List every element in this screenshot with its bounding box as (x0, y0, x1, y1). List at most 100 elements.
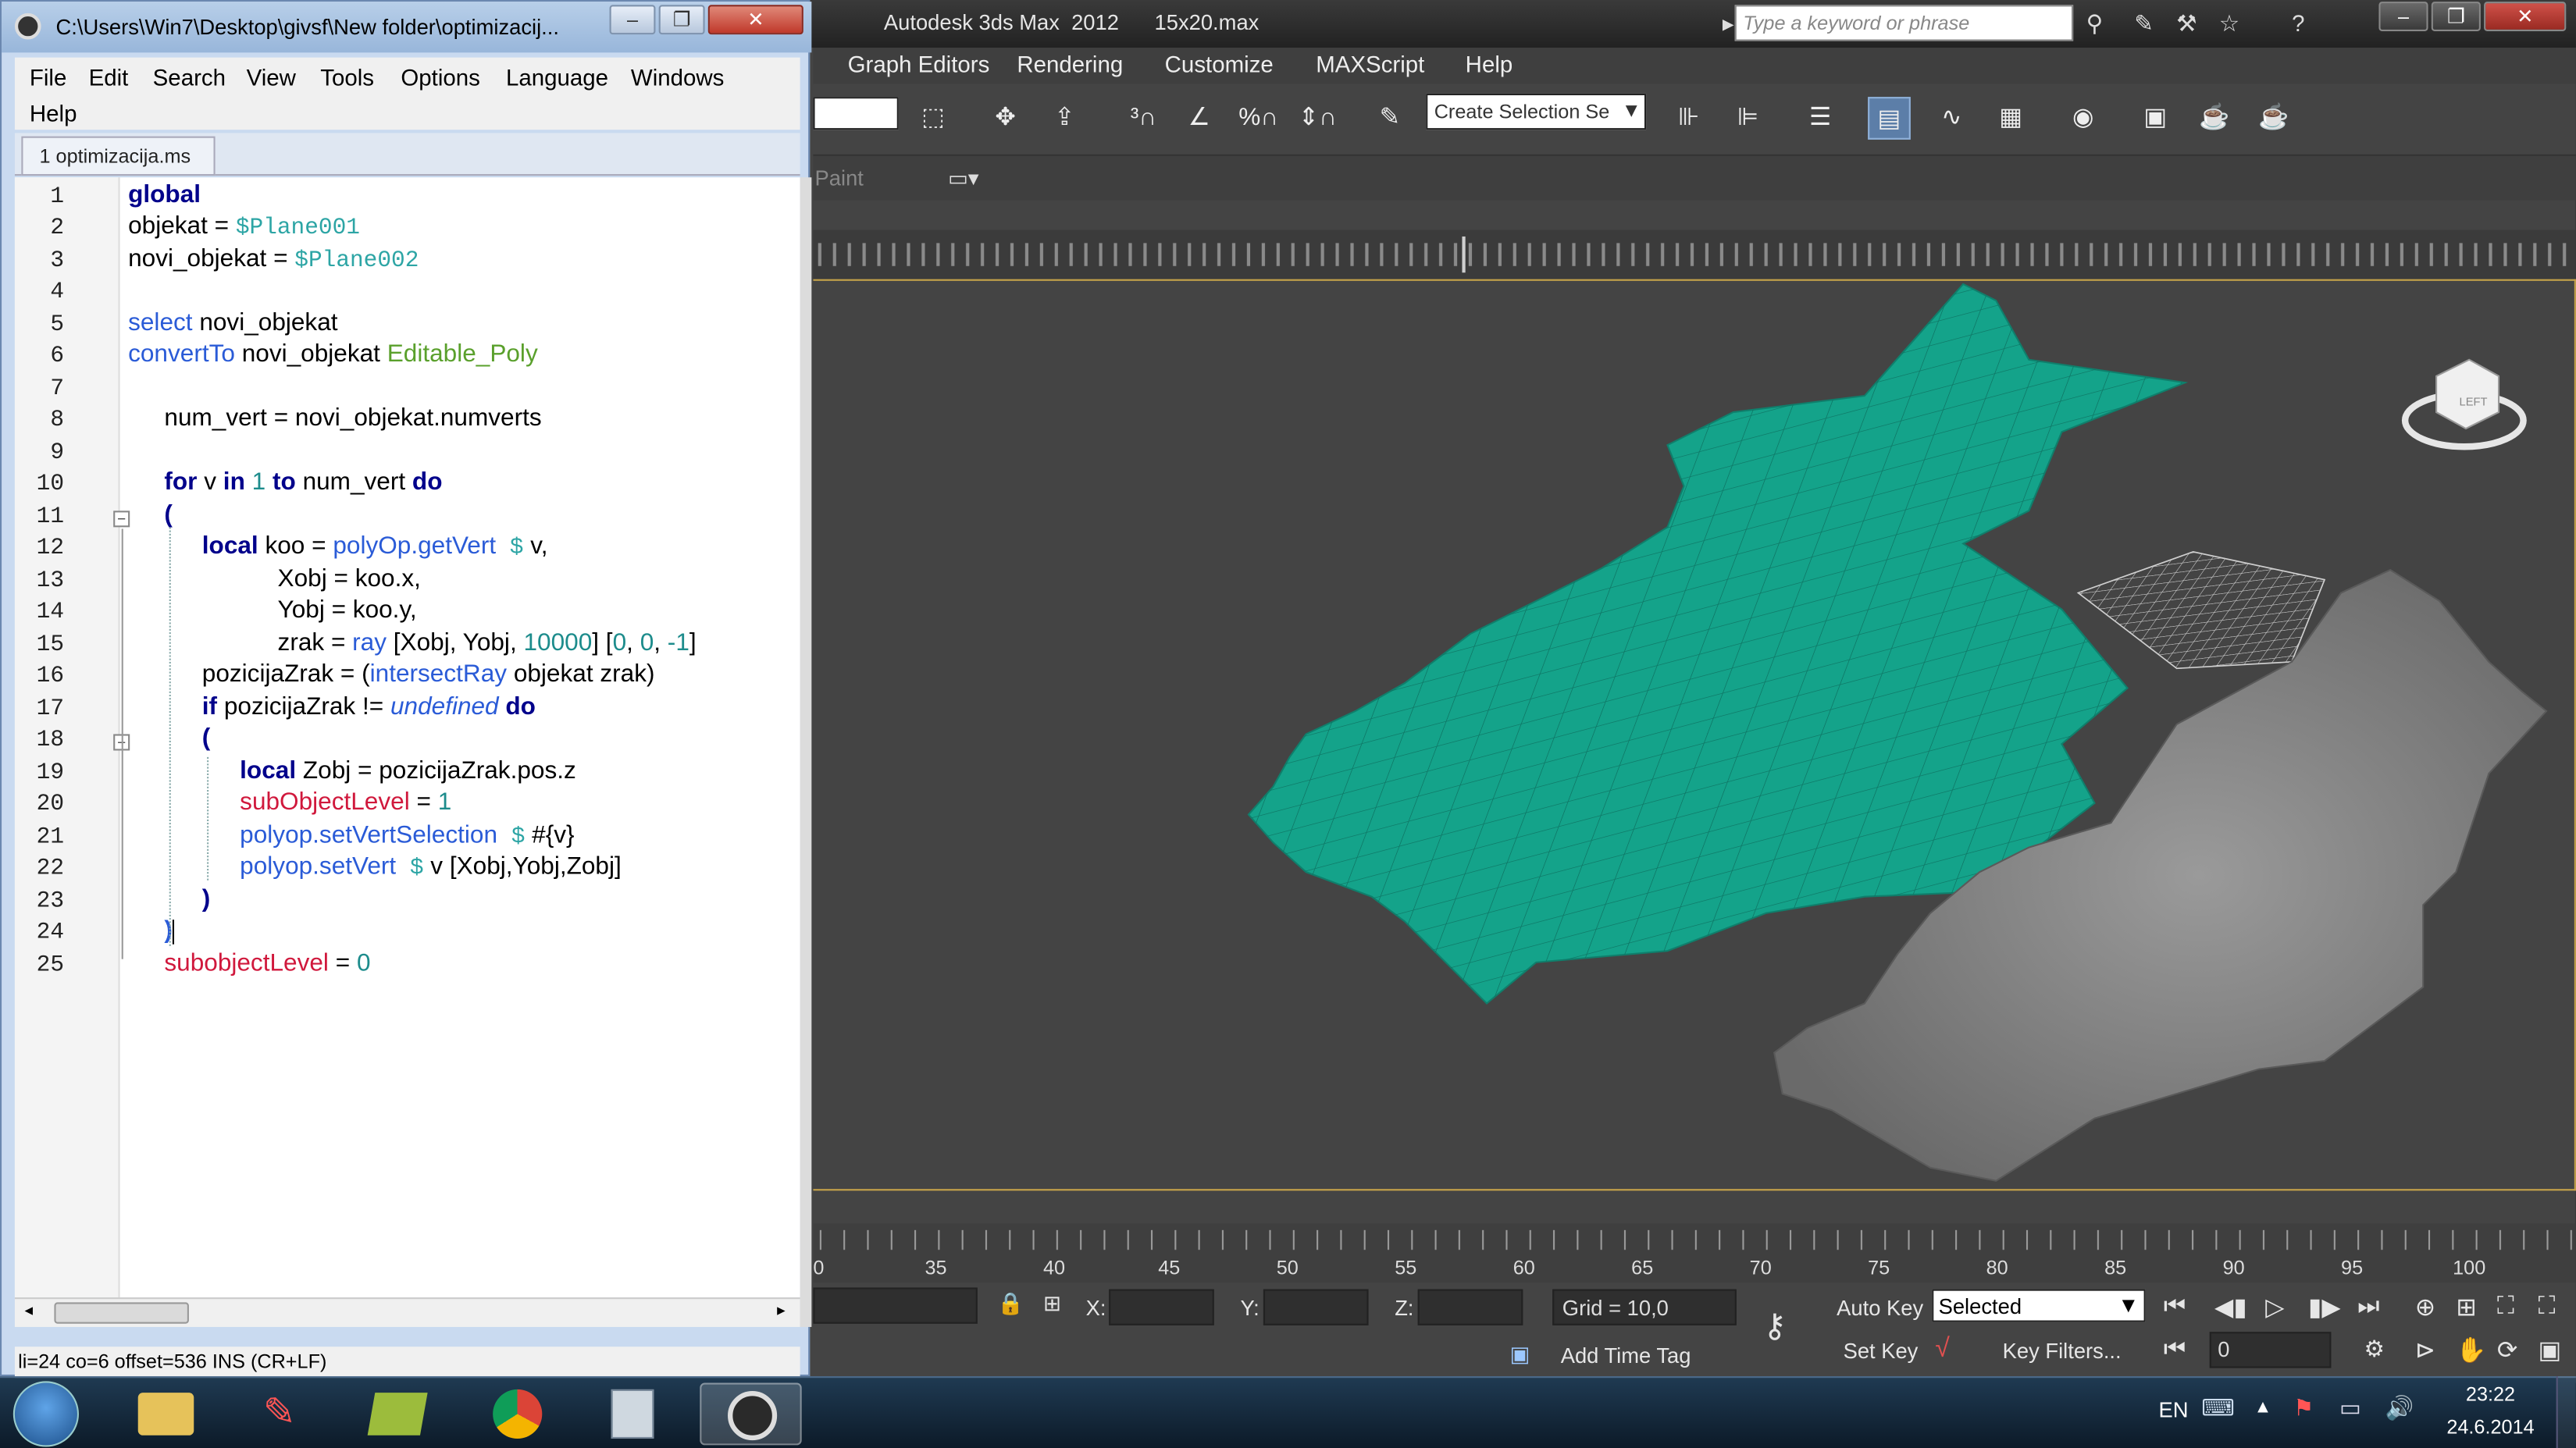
ribbon-toggle-icon[interactable]: ▭▾ (948, 165, 979, 192)
maximize-viewport-icon[interactable]: ▣ (2539, 1335, 2562, 1365)
pan-hand-icon[interactable]: ✋ (2456, 1335, 2486, 1365)
filter-dropdown[interactable] (813, 97, 899, 130)
binoculars-icon[interactable]: ⚲ (2076, 6, 2112, 39)
scroll-thumb[interactable] (54, 1302, 189, 1324)
network-icon[interactable]: ▭ (2339, 1394, 2361, 1422)
fold-toggle-icon[interactable]: − (113, 511, 130, 528)
zoom-extents-all-icon[interactable]: ⛶ (2539, 1293, 2556, 1321)
keyboard-icon[interactable]: ⌨ (2201, 1394, 2235, 1422)
render-setup-icon[interactable]: ▣ (2134, 97, 2177, 140)
menu-tools[interactable]: Tools (320, 64, 374, 91)
y-coord-field[interactable] (1263, 1289, 1369, 1325)
key-icon[interactable]: ⚷ (1762, 1306, 1787, 1347)
go-to-end-icon[interactable]: ⏭ (2357, 1293, 2379, 1321)
time-tag-icon[interactable]: ▣ (1509, 1342, 1530, 1368)
menu-maxscript[interactable]: MAXScript (1316, 51, 1424, 77)
key-mode-dropdown[interactable]: Selected ▼ (1932, 1289, 2146, 1322)
tangent-icon[interactable]: √ (1935, 1335, 1949, 1364)
taskbar-calculator[interactable] (582, 1382, 683, 1445)
keyword-search-input[interactable]: Type a keyword or phrase (1734, 5, 2074, 41)
selection-set-dropdown[interactable]: Create Selection Se ▼ (1426, 93, 1647, 130)
wireframe-plane[interactable] (2076, 551, 2326, 670)
editor-minimize-button[interactable]: ‒ (609, 5, 656, 35)
menu-rendering[interactable]: Rendering (1017, 51, 1123, 77)
menu-language[interactable]: Language (506, 64, 608, 91)
curve-editor-icon[interactable]: ∿ (1930, 97, 1973, 140)
menu-help[interactable]: Help (1466, 51, 1513, 77)
graphite-ribbon-icon[interactable]: ▤ (1868, 97, 1911, 140)
menu-file[interactable]: File (30, 64, 66, 91)
field-of-view-icon[interactable]: ⊳ (2415, 1335, 2435, 1365)
taskbar-chrome[interactable] (467, 1382, 568, 1445)
help-icon[interactable]: ? (2280, 6, 2316, 39)
time-config-icon[interactable]: ⚙ (2364, 1335, 2385, 1363)
menu-search[interactable]: Search (153, 64, 226, 91)
horizontal-scrollbar[interactable]: ◂ ▸ (14, 1297, 800, 1327)
x-coord-field[interactable] (1109, 1289, 1214, 1325)
angle-snap-icon[interactable]: ∠ (1178, 97, 1220, 140)
viewcube-icon[interactable]: LEFT (2401, 358, 2527, 450)
menu-help[interactable]: Help (30, 100, 77, 126)
percent-snap-icon[interactable]: %∩ (1237, 97, 1280, 140)
previous-frame-icon[interactable]: ◀▮ (2214, 1293, 2247, 1322)
taskbar-explorer[interactable] (115, 1382, 216, 1445)
align-icon[interactable]: ⊫ (1726, 97, 1769, 140)
volume-icon[interactable]: 🔊 (2385, 1394, 2414, 1422)
select-object-icon[interactable]: ⬚ (912, 97, 955, 140)
move-icon[interactable]: ✥ (984, 97, 1027, 140)
language-indicator[interactable]: EN (2159, 1397, 2189, 1422)
show-hidden-icons[interactable]: ▲ (2254, 1397, 2272, 1417)
zoom-all-icon[interactable]: ⊞ (2456, 1293, 2476, 1322)
absolute-mode-icon[interactable]: ⊞ (1043, 1291, 1061, 1318)
rendered-frame-icon[interactable]: ☕ (2193, 97, 2236, 140)
max-restore-button[interactable]: ❐ (2431, 2, 2481, 31)
scroll-right-icon[interactable]: ▸ (777, 1302, 786, 1320)
menu-edit[interactable]: Edit (89, 64, 129, 91)
vertical-scrollbar[interactable] (800, 177, 812, 1327)
material-editor-icon[interactable]: ◉ (2061, 97, 2104, 140)
menu-view[interactable]: View (247, 64, 296, 91)
flag-icon[interactable]: ⚑ (2293, 1394, 2314, 1422)
show-desktop-button[interactable] (2556, 1376, 2576, 1448)
taskbar-3dsmax[interactable] (700, 1382, 802, 1446)
editor-close-button[interactable]: ✕ (707, 5, 803, 35)
edit-named-selection-icon[interactable]: ✎ (1369, 97, 1412, 140)
menu-customize[interactable]: Customize (1165, 51, 1274, 77)
play-icon[interactable]: ▷ (2265, 1293, 2284, 1322)
snap-3d-icon[interactable]: ³∩ (1122, 97, 1165, 140)
menu-options[interactable]: Options (401, 64, 480, 91)
menu-windows[interactable]: Windows (631, 64, 724, 91)
start-button[interactable] (12, 1381, 79, 1447)
spinner-snap-icon[interactable]: ⇕∩ (1296, 97, 1339, 140)
editor-restore-button[interactable]: ❐ (658, 5, 705, 35)
zoom-icon[interactable]: ⊕ (2415, 1293, 2435, 1322)
layer-manager-icon[interactable]: ☰ (1799, 97, 1842, 140)
menu-graph-editors[interactable]: Graph Editors (848, 51, 990, 77)
timeline[interactable]: 0 35 40 45 50 55 60 65 70 75 80 85 90 95… (813, 1223, 2576, 1283)
render-teapot-icon[interactable]: ☕ (2252, 97, 2295, 140)
add-time-tag-button[interactable]: Add Time Tag (1561, 1343, 1691, 1368)
auto-key-button[interactable]: Auto Key (1837, 1296, 1923, 1321)
perspective-viewport[interactable]: LEFT (813, 279, 2576, 1191)
communication-icon[interactable]: ⚒ (2168, 6, 2204, 39)
z-coord-field[interactable] (1417, 1289, 1523, 1325)
current-frame-field[interactable]: 0 (2209, 1332, 2332, 1368)
key-mode-toggle-icon[interactable]: ⏮ (2164, 1335, 2186, 1363)
max-minimize-button[interactable]: ‒ (2378, 2, 2428, 31)
taskbar-maps-app[interactable] (348, 1382, 450, 1445)
set-key-button[interactable]: Set Key (1844, 1339, 1919, 1364)
system-clock[interactable]: 23:22 24.6.2014 (2441, 1382, 2539, 1439)
key-filters-button[interactable]: Key Filters... (2003, 1339, 2122, 1364)
scroll-left-icon[interactable]: ◂ (25, 1302, 34, 1320)
orbit-icon[interactable]: ⟳ (2497, 1335, 2517, 1365)
upload-icon[interactable]: ⇪ (1043, 97, 1086, 140)
next-frame-icon[interactable]: ▮▶ (2308, 1293, 2341, 1322)
go-to-start-icon[interactable]: ⏮ (2164, 1293, 2186, 1321)
lock-icon[interactable]: 🔒 (997, 1291, 1024, 1318)
taskbar-editor-app[interactable]: ✎ (233, 1382, 335, 1445)
max-close-button[interactable]: ✕ (2484, 2, 2567, 31)
tab-optimizacija[interactable]: 1 optimizacija.ms (21, 136, 216, 176)
ribbon-paint-label[interactable]: Paint (815, 165, 864, 190)
zoom-extents-icon[interactable]: ⛶ (2497, 1293, 2514, 1321)
favorites-star-icon[interactable]: ☆ (2211, 6, 2247, 39)
